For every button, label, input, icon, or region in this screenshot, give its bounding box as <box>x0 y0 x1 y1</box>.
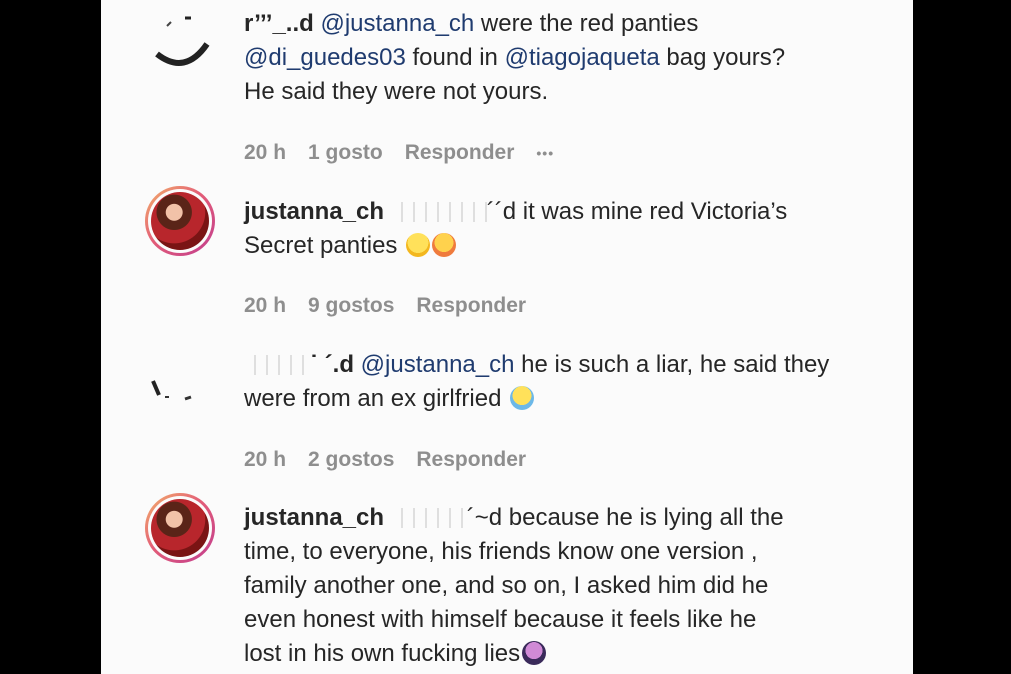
story-ring <box>145 186 215 256</box>
avatar[interactable] <box>145 4 215 74</box>
comment-meta: 20 h 2 gostos Responder <box>244 448 526 472</box>
avatar[interactable] <box>145 363 215 433</box>
comment-text: he is such a liar, he said they <box>514 351 830 378</box>
comment-username[interactable]: ˙ ´.d <box>310 351 354 378</box>
comment-text: ´´d <box>486 198 517 225</box>
comment-text: ´~d <box>466 504 503 531</box>
comment-text: He said they were not yours. <box>244 78 549 105</box>
person-facepalming-icon <box>522 641 547 665</box>
comment-text: it was mine red Victoria’s <box>516 198 788 225</box>
avatar-placeholder-icon <box>155 16 210 66</box>
like-count[interactable]: 2 gostos <box>308 448 394 472</box>
reply-button[interactable]: Responder <box>416 294 526 318</box>
comment-text: found in <box>405 44 505 71</box>
comment-body: justanna_ch ´~d because he is lying all … <box>244 501 894 671</box>
avatar-photo <box>151 192 209 250</box>
comment-body: r’’’_..d @justanna_ch were the red panti… <box>244 7 894 109</box>
reply-button[interactable]: Responder <box>405 141 515 165</box>
redacted-mention <box>390 508 467 528</box>
comment-username[interactable]: justanna_ch <box>244 504 384 531</box>
comment-username[interactable]: justanna_ch <box>244 198 384 225</box>
mention-link[interactable]: @di_guedes03 <box>244 44 406 71</box>
mention-link[interactable]: @tiagojaqueta <box>505 44 660 71</box>
comment-text: family another one, and so on, I asked h… <box>244 572 769 599</box>
redacted-mention <box>390 202 487 222</box>
mention-link[interactable]: @justanna_ch <box>361 351 515 378</box>
comment-text: were from an ex girlfried <box>244 385 509 412</box>
comment-meta: 20 h 9 gostos Responder <box>244 294 526 318</box>
grinning-face-icon <box>406 233 431 257</box>
comment-thread: r’’’_..d @justanna_ch were the red panti… <box>101 0 913 674</box>
comment-time: 20 h <box>244 141 287 164</box>
face-with-tears-of-joy-icon <box>510 386 535 410</box>
story-ring <box>145 493 215 563</box>
comment-meta: 20 h 1 gosto Responder ••• <box>244 141 554 165</box>
avatar[interactable] <box>145 186 215 256</box>
like-count[interactable]: 1 gosto <box>308 141 383 165</box>
comment-text: bag yours? <box>659 44 786 71</box>
redacted-username <box>244 355 310 375</box>
comment-time: 20 h <box>244 448 287 471</box>
smiling-face-with-hearts-icon <box>432 233 457 257</box>
avatar-photo <box>151 499 209 557</box>
avatar-placeholder-icon <box>151 380 192 401</box>
comment-text: even honest with himself because it feel… <box>244 606 757 633</box>
mention-link[interactable]: @justanna_ch <box>320 10 474 37</box>
comment-text: because he is lying all the <box>502 504 784 531</box>
comment-text: Secret panties <box>244 232 405 259</box>
comment-time: 20 h <box>244 294 287 317</box>
comment-username[interactable]: r’’’_..d <box>244 10 314 37</box>
like-count[interactable]: 9 gostos <box>308 294 394 318</box>
comment-text: lost in his own fucking lies <box>244 640 521 667</box>
comment-body: justanna_ch ´´d it was mine red Victoria… <box>244 195 894 263</box>
comment-text: time, to everyone, his friends know one … <box>244 538 758 565</box>
comment-text: were the red panties <box>474 10 699 37</box>
comment-body: ˙ ´.d @justanna_ch he is such a liar, he… <box>244 348 894 416</box>
avatar[interactable] <box>145 493 215 563</box>
reply-button[interactable]: Responder <box>416 448 526 472</box>
more-options-icon[interactable]: ••• <box>536 145 554 161</box>
